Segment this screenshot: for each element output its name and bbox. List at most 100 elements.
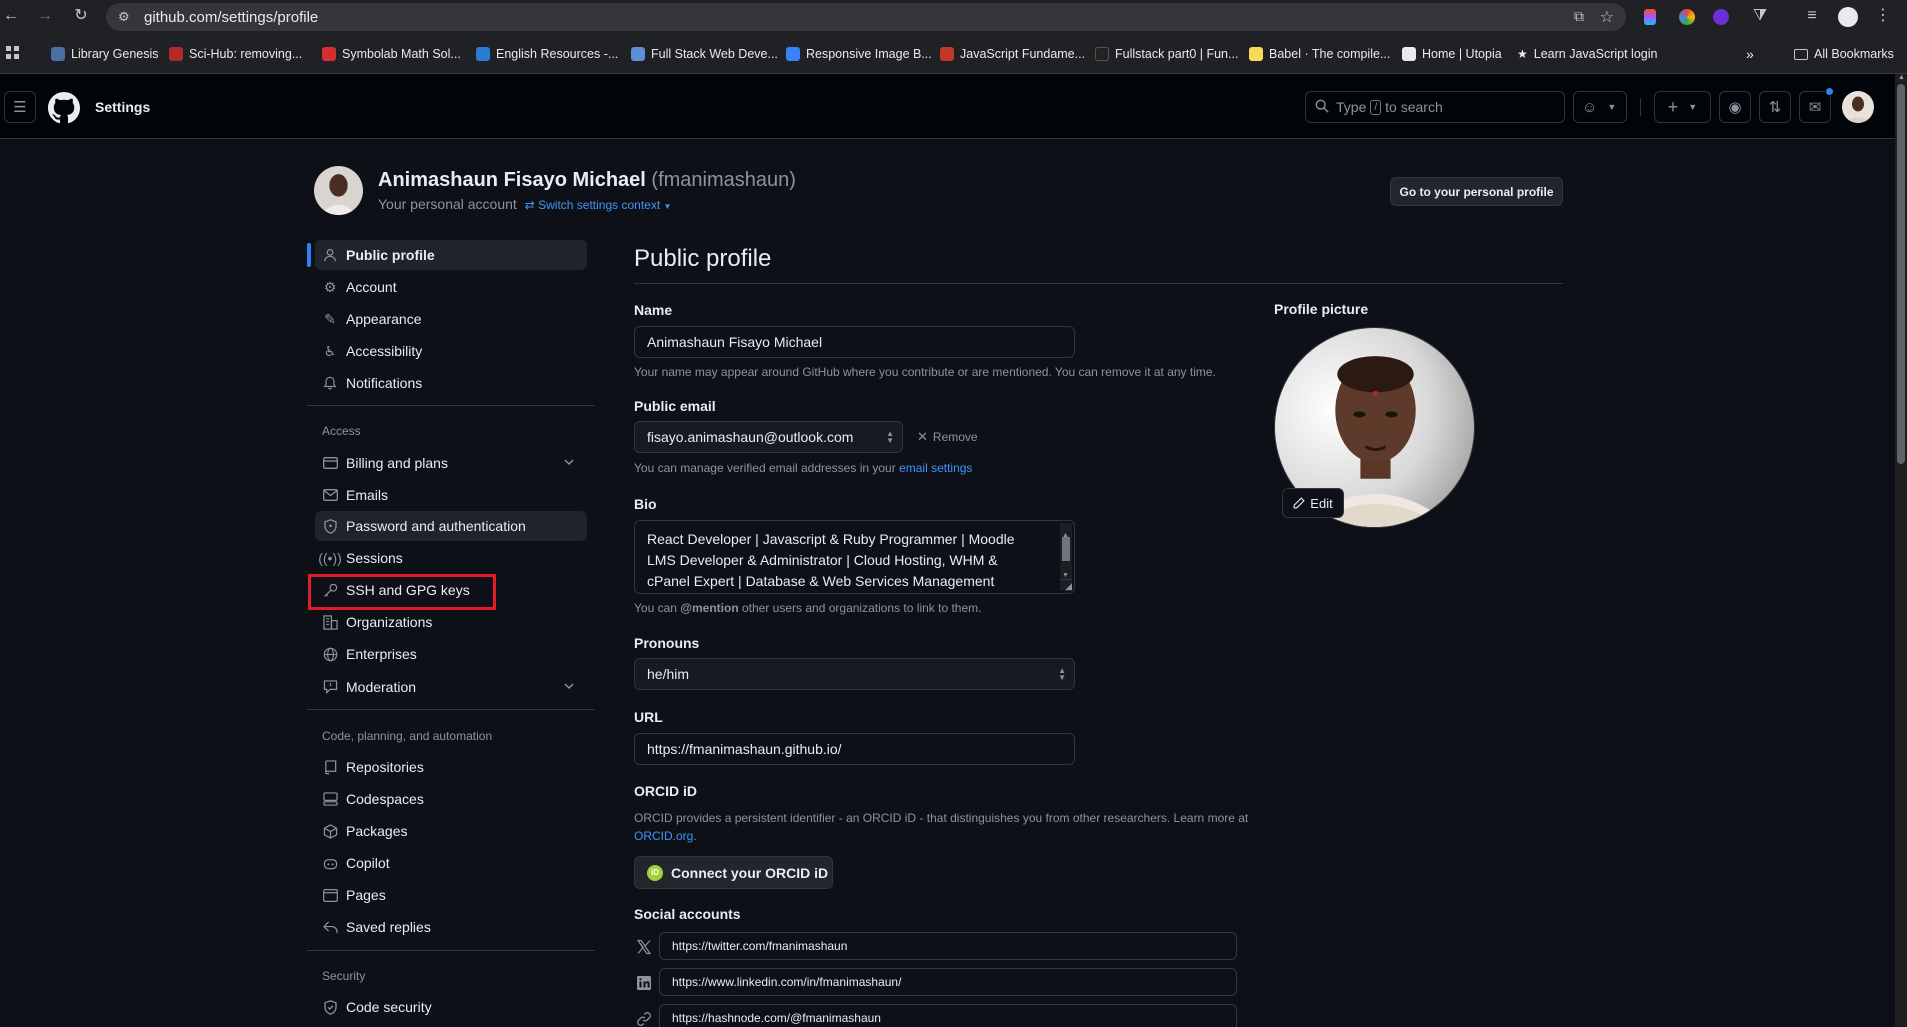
repo-icon	[322, 759, 338, 775]
sidebar-item-moderation[interactable]: Moderation	[315, 672, 587, 702]
bookmark-item[interactable]: Fullstack part0 | Fun...	[1095, 44, 1238, 64]
user-avatar[interactable]	[1842, 91, 1874, 123]
sidebar-item-appearance[interactable]: ✎ Appearance	[315, 304, 587, 334]
remove-email-button[interactable]: ✕ Remove	[917, 429, 978, 445]
social-account-field[interactable]: https://www.linkedin.com/in/fmanimashaun…	[659, 968, 1237, 996]
address-bar[interactable]: ⚙ github.com/settings/profile ⧉ ☆	[106, 3, 1626, 31]
issues-button[interactable]: ◉	[1719, 91, 1751, 123]
bookmark-item[interactable]: English Resources -...	[476, 44, 618, 64]
copilot-button[interactable]: ☺ ▼	[1573, 91, 1627, 123]
sidebar-item-saved-replies[interactable]: Saved replies	[315, 912, 587, 942]
sidebar-item-sessions[interactable]: ((•)) Sessions	[315, 543, 587, 573]
sidebar-item-codespaces[interactable]: Codespaces	[315, 784, 587, 814]
pull-requests-button[interactable]: ⇅	[1759, 91, 1791, 123]
sidebar-item-accessibility[interactable]: ♿ Accessibility	[315, 336, 587, 366]
star-icon[interactable]: ☆	[1600, 7, 1614, 27]
sidebar-item-notifications[interactable]: Notifications	[315, 368, 587, 398]
browser-menu-icon[interactable]: ⋮	[1872, 6, 1894, 28]
sidebar-item-organizations[interactable]: Organizations	[315, 607, 587, 637]
social-account-field[interactable]: https://hashnode.com/@fmanimashaun	[659, 1004, 1237, 1027]
apps-grid-icon[interactable]	[6, 46, 20, 60]
github-logo-icon[interactable]	[48, 92, 80, 124]
bookmark-item[interactable]: Full Stack Web Deve...	[631, 44, 778, 64]
sidebar-item-packages[interactable]: Packages	[315, 816, 587, 846]
forward-icon[interactable]: →	[34, 6, 56, 28]
copilot-icon: ☺	[1582, 98, 1598, 116]
bio-textarea[interactable]: React Developer | Javascript & Ruby Prog…	[634, 520, 1075, 594]
site-info-icon[interactable]: ⚙	[118, 9, 130, 25]
sidebar-item-password-authentication[interactable]: Password and authentication	[315, 511, 587, 541]
sidebar-item-emails[interactable]: Emails	[315, 480, 587, 510]
edit-picture-button[interactable]: Edit	[1282, 488, 1344, 518]
extensions-icon[interactable]: ⧩	[1749, 6, 1771, 28]
reload-icon[interactable]: ↻	[70, 6, 92, 28]
extension-color-icon[interactable]	[1679, 9, 1695, 25]
public-email-select[interactable]: fisayo.animashaun@outlook.com ▲ ▼	[634, 421, 903, 453]
extension-figma-icon[interactable]	[1644, 9, 1656, 25]
media-control-icon[interactable]: ≡	[1801, 6, 1823, 28]
url-field[interactable]: https://fmanimashaun.github.io/	[634, 733, 1075, 765]
go-to-profile-button[interactable]: Go to your personal profile	[1390, 177, 1563, 206]
bookmark-item[interactable]: Sci-Hub: removing...	[169, 44, 302, 64]
orcid-link[interactable]: ORCID.org	[634, 829, 693, 843]
name-hint: Your name may appear around GitHub where…	[634, 365, 1216, 379]
bookmark-item[interactable]: Symbolab Math Sol...	[322, 44, 461, 64]
pronouns-select[interactable]: he/him ▲ ▼	[634, 658, 1075, 690]
sidebar-item-enterprises[interactable]: Enterprises	[315, 639, 587, 669]
account-avatar[interactable]	[314, 166, 363, 215]
browser-profile-avatar[interactable]	[1838, 7, 1858, 27]
chevron-down-icon[interactable]	[563, 456, 575, 468]
inbox-button[interactable]: ✉	[1799, 91, 1831, 123]
create-new-button[interactable]: + ▼	[1654, 91, 1711, 123]
back-icon[interactable]: ←	[0, 6, 22, 28]
sidebar-item-pages[interactable]: Pages	[315, 880, 587, 910]
sidebar-item-billing[interactable]: Billing and plans	[315, 448, 587, 478]
social-account-field[interactable]: https://twitter.com/fmanimashaun	[659, 932, 1237, 960]
chevron-down-icon[interactable]	[563, 680, 575, 692]
sidebar-item-repositories[interactable]: Repositories	[315, 752, 587, 782]
connect-orcid-button[interactable]: iD Connect your ORCID iD	[634, 856, 833, 889]
hamburger-menu-button[interactable]: ☰	[4, 91, 36, 123]
folder-icon	[1794, 48, 1808, 60]
link-icon	[636, 1011, 652, 1027]
bell-icon	[322, 375, 338, 391]
bookmark-item[interactable]: Babel · The compile...	[1249, 44, 1390, 64]
sidebar-item-account[interactable]: ⚙ Account	[315, 272, 587, 302]
install-icon[interactable]: ⧉	[1574, 8, 1584, 25]
caret-down-icon: ▼	[663, 202, 672, 211]
select-arrows-icon: ▲ ▼	[886, 429, 894, 445]
scroll-thumb[interactable]	[1897, 84, 1905, 464]
bookmark-item[interactable]: ★ Learn JavaScript login	[1517, 44, 1657, 64]
scroll-up-arrow[interactable]: ▲	[1898, 74, 1905, 81]
bookmarks-bar: Library Genesis Sci-Hub: removing... Sym…	[0, 34, 1907, 74]
sidebar-item-copilot[interactable]: Copilot	[315, 848, 587, 878]
linkedin-icon	[636, 975, 652, 991]
orcid-icon: iD	[647, 864, 663, 881]
extension-purple-icon[interactable]	[1713, 9, 1729, 25]
favicon-icon	[51, 47, 65, 61]
page-scrollbar[interactable]: ▲	[1895, 74, 1907, 1027]
browser-icon	[322, 887, 338, 903]
name-field[interactable]: Animashaun Fisayo Michael	[634, 326, 1075, 358]
bio-scroll-thumb[interactable]	[1062, 537, 1070, 561]
bookmark-item[interactable]: JavaScript Fundame...	[940, 44, 1085, 64]
email-settings-link[interactable]: email settings	[899, 461, 972, 475]
bookmark-item[interactable]: Library Genesis	[51, 44, 159, 64]
search-input[interactable]: Type / to search	[1305, 91, 1565, 123]
favicon-icon	[322, 47, 336, 61]
sidebar-item-code-security[interactable]: Code security	[315, 992, 587, 1022]
bio-label: Bio	[634, 496, 657, 512]
bookmark-item[interactable]: Responsive Image B...	[786, 44, 932, 64]
plus-icon: +	[1667, 96, 1679, 117]
bookmark-item[interactable]: Home | Utopia	[1402, 44, 1502, 64]
public-email-label: Public email	[634, 398, 716, 414]
sidebar-divider	[307, 950, 595, 951]
resize-handle-icon[interactable]: ◢	[1060, 579, 1072, 591]
more-bookmarks-icon[interactable]: »	[1746, 44, 1754, 64]
header-title[interactable]: Settings	[95, 99, 150, 115]
sidebar-item-public-profile[interactable]: Public profile	[315, 240, 587, 270]
bio-scrollbar[interactable]: ▲ ▼ ◢	[1060, 523, 1072, 591]
all-bookmarks-button[interactable]: All Bookmarks	[1794, 44, 1894, 64]
switch-context-link[interactable]: ⇄ Switch settings context ▼	[525, 198, 672, 212]
page-title: Public profile	[634, 245, 772, 272]
